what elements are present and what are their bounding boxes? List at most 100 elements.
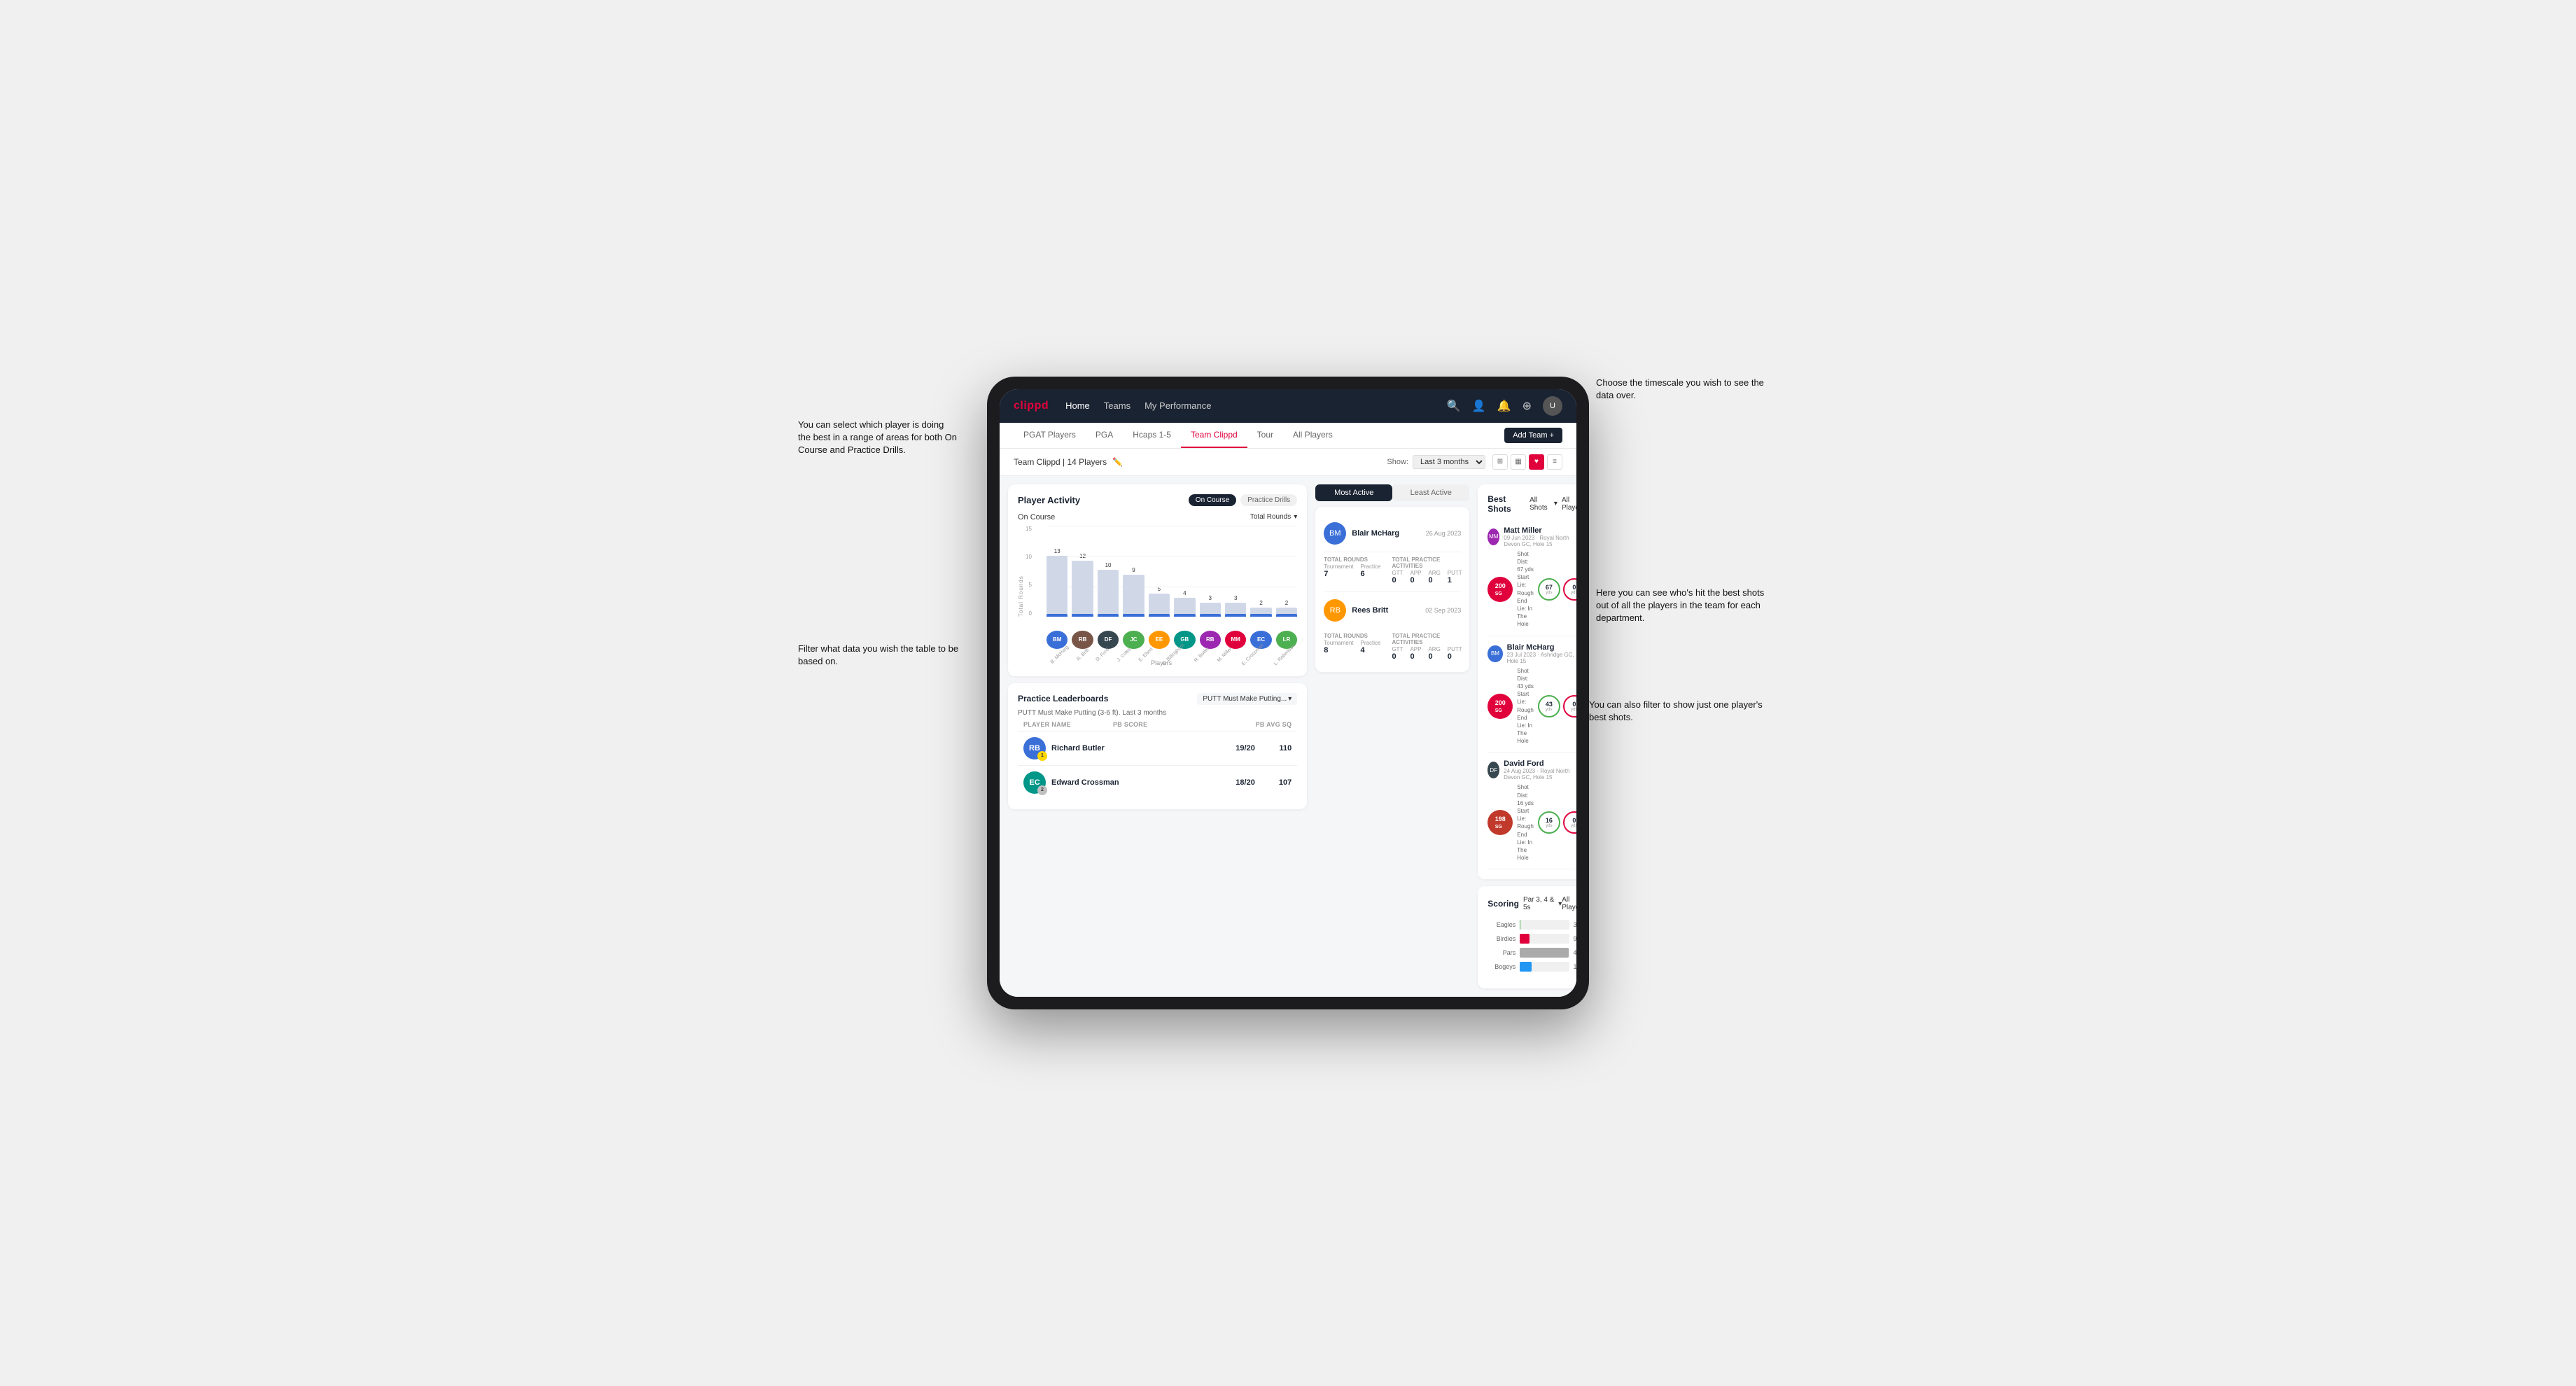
players-filter-label: All Players (1562, 496, 1576, 512)
lb-avg-1: 107 (1264, 778, 1292, 787)
least-active-tab[interactable]: Least Active (1392, 484, 1469, 501)
scoring-filter[interactable]: Par 3, 4 & 5s ▾ (1523, 896, 1562, 911)
shot-player-name-0: Matt Miller (1504, 526, 1576, 535)
sub-nav-pgat[interactable]: PGAT Players (1014, 423, 1086, 448)
shot-details-0: Shot Dist: 67 yds Start Lie: Rough End L… (1517, 550, 1534, 629)
chart-filter[interactable]: Total Rounds ▾ (1250, 513, 1297, 521)
score-label-bogeys: Bogeys (1488, 963, 1516, 970)
view-menu-icon[interactable]: ≡ (1547, 454, 1562, 470)
score-count-pars: 499 (1574, 949, 1576, 956)
players-filter[interactable]: All Players ▾ (1562, 496, 1576, 512)
player-avatar-4[interactable]: EE (1149, 631, 1170, 649)
sub-nav: PGAT Players PGA Hcaps 1-5 Team Clippd T… (1000, 423, 1576, 449)
view-list-icon[interactable]: ▦ (1511, 454, 1526, 470)
shot-badge-1: 200SG (1488, 694, 1513, 719)
shot-badge-2: 198SG (1488, 810, 1513, 835)
sub-nav-all-players[interactable]: All Players (1283, 423, 1343, 448)
user-icon[interactable]: 👤 (1472, 399, 1486, 413)
lb-avatar-1[interactable]: EC 2 (1023, 771, 1046, 794)
tablet-frame: clippd Home Teams My Performance 🔍 👤 🔔 ⊕… (987, 377, 1589, 1010)
lb-rank-0: 1 (1037, 751, 1047, 761)
most-active-tab[interactable]: Most Active (1315, 484, 1392, 501)
nav-item-performance[interactable]: My Performance (1144, 399, 1211, 412)
activity-avatar-0[interactable]: BM (1324, 522, 1346, 545)
time-select[interactable]: Last 3 months Last 6 months Last year (1413, 455, 1485, 469)
activity-avatar-1[interactable]: RB (1324, 599, 1346, 622)
add-team-button[interactable]: Add Team + (1504, 428, 1562, 443)
chart-section-label: On Course (1018, 513, 1055, 522)
scoring-players-filter[interactable]: All Players ▾ (1562, 896, 1576, 911)
leaderboard-header: Practice Leaderboards PUTT Must Make Put… (1018, 693, 1297, 705)
bell-icon[interactable]: 🔔 (1497, 399, 1511, 413)
lb-score-1: 18/20 (1236, 778, 1264, 787)
nav-item-home[interactable]: Home (1065, 399, 1090, 412)
leaderboard-filter[interactable]: PUTT Must Make Putting... ▾ (1197, 693, 1297, 705)
best-shots-title: Best Shots (1488, 494, 1525, 514)
leaderboard-subtitle: PUTT Must Make Putting (3-6 ft). Last 3 … (1018, 709, 1297, 717)
score-bar-pars (1520, 948, 1569, 958)
on-course-tab[interactable]: On Course (1189, 494, 1236, 506)
annotation-right-mid: Here you can see who's hit the best shot… (1596, 587, 1778, 625)
plus-circle-icon[interactable]: ⊕ (1522, 399, 1532, 413)
team-header: Team Clippd | 14 Players ✏️ Show: Last 3… (1000, 449, 1576, 476)
middle-panel: Most Active Least Active BM Blair McHarg (1315, 484, 1469, 989)
scoring-header: Scoring Par 3, 4 & 5s ▾ All Players ▾ (1488, 896, 1576, 911)
player-activity-title: Player Activity (1018, 495, 1080, 505)
nav-avatar[interactable]: U (1543, 396, 1562, 416)
shot-entry-0: MM Matt Miller 09 Jun 2023 · Royal North… (1488, 519, 1576, 636)
metric-circle-2-2: 0 yds (1563, 811, 1576, 834)
score-row-bogeys: Bogeys 115 (1488, 962, 1576, 972)
best-shots-card: Best Shots All Shots ▾ All Players ▾ (1478, 484, 1576, 880)
score-label-pars: Pars (1488, 949, 1516, 956)
leaderboard-cols: PLAYER NAME PB SCORE PB AVG SQ (1018, 721, 1297, 728)
shot-avatar-2: DF (1488, 762, 1499, 778)
shots-filter-label: All Shots (1530, 496, 1553, 512)
activity-player-0: BM Blair McHarg 26 Aug 2023 Total Rounds (1324, 515, 1461, 592)
bar-group-0: 13 (1046, 548, 1068, 617)
shot-player-name-2: David Ford (1504, 760, 1576, 768)
view-grid-icon[interactable]: ⊞ (1492, 454, 1508, 470)
player-activity-header: Player Activity On Course Practice Drill… (1018, 494, 1297, 506)
leaderboard-filter-chevron: ▾ (1288, 695, 1292, 703)
page-wrapper: Choose the timescale you wish to see the… (798, 377, 1778, 1010)
player-avatar-3[interactable]: JC (1123, 631, 1144, 649)
chart-top-row: On Course Total Rounds ▾ (1018, 513, 1297, 522)
edit-icon[interactable]: ✏️ (1112, 457, 1123, 467)
show-label: Show: (1387, 458, 1408, 466)
lb-name-1: Edward Crossman (1051, 778, 1119, 787)
shots-filter[interactable]: All Shots ▾ (1530, 496, 1558, 512)
scoring-title: Scoring (1488, 899, 1519, 909)
player-activity-tabs: On Course Practice Drills (1189, 494, 1297, 506)
bar-group-2: 10 (1098, 562, 1119, 617)
bar-chart: 15 10 5 0 (1026, 526, 1297, 617)
lb-score-0: 19/20 (1236, 744, 1264, 752)
lb-avatar-0[interactable]: RB 1 (1023, 737, 1046, 760)
activity-tabs: Most Active Least Active (1315, 484, 1469, 501)
nav-logo: clippd (1014, 400, 1049, 412)
scoring-filter-label: Par 3, 4 & 5s (1523, 896, 1557, 911)
player-avatar-7[interactable]: MM (1225, 631, 1246, 649)
search-icon[interactable]: 🔍 (1447, 399, 1461, 413)
shot-player-name-1: Blair McHarg (1507, 643, 1576, 652)
nav-item-teams[interactable]: Teams (1104, 399, 1130, 412)
right-panel: Best Shots All Shots ▾ All Players ▾ (1478, 484, 1576, 989)
score-count-birdies: 96 (1574, 935, 1576, 942)
x-axis: B. McHarg R. Britt D. Ford J. Coles E. E… (1026, 650, 1297, 658)
score-bar-container-birdies (1520, 934, 1569, 944)
practice-leaderboards-card: Practice Leaderboards PUTT Must Make Put… (1008, 683, 1307, 809)
practice-drills-tab[interactable]: Practice Drills (1240, 494, 1297, 506)
view-heart-icon[interactable]: ♥ (1529, 454, 1544, 470)
player-avatar-6[interactable]: RB (1200, 631, 1221, 649)
activity-card: BM Blair McHarg 26 Aug 2023 Total Rounds (1315, 507, 1469, 672)
metric-circle-1-2: 0 yds (1563, 695, 1576, 718)
lb-name-0: Richard Butler (1051, 744, 1105, 752)
sub-nav-team-clippd[interactable]: Team Clippd (1181, 423, 1247, 448)
player-avatar-2[interactable]: DF (1098, 631, 1119, 649)
annotation-right-bottom: You can also filter to show just one pla… (1589, 699, 1778, 724)
sub-nav-hcaps[interactable]: Hcaps 1-5 (1123, 423, 1181, 448)
score-label-birdies: Birdies (1488, 935, 1516, 942)
player-avatar-1[interactable]: RB (1072, 631, 1093, 649)
sub-nav-pga[interactable]: PGA (1086, 423, 1123, 448)
sub-nav-tour[interactable]: Tour (1247, 423, 1283, 448)
activity-name-0: Blair McHarg (1352, 529, 1399, 538)
